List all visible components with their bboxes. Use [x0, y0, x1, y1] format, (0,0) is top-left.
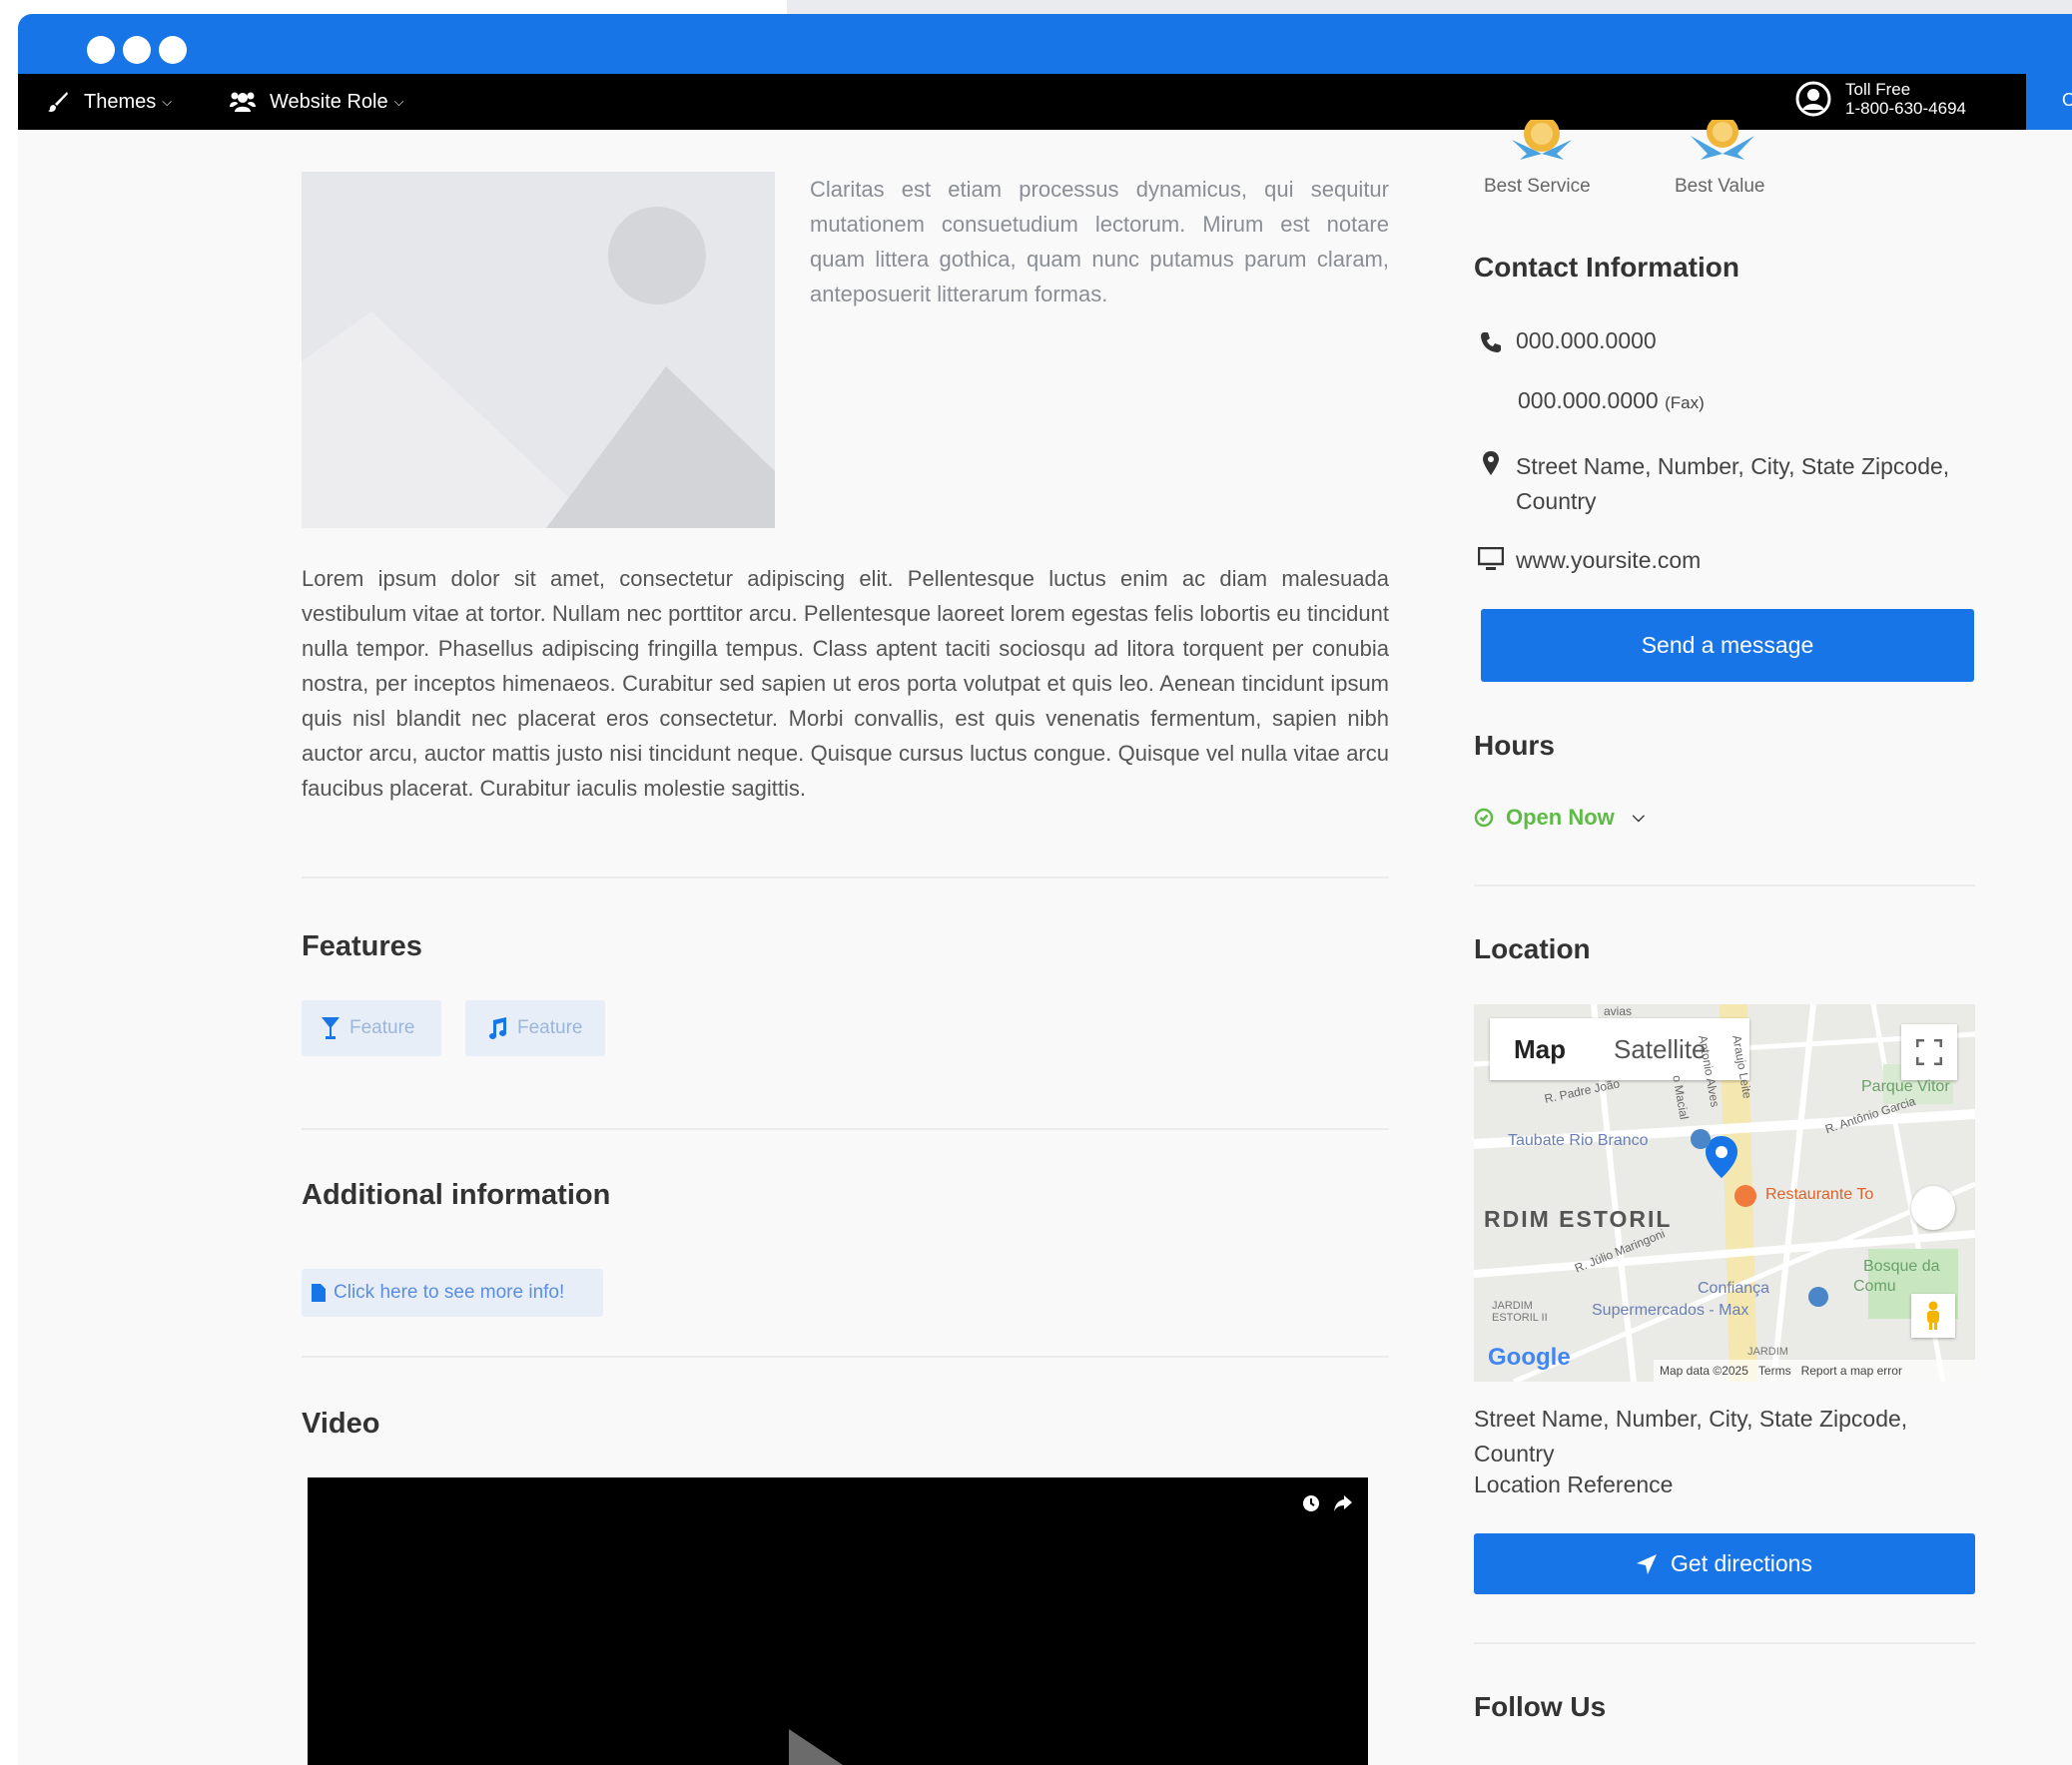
chevron-down-icon: ⌵	[393, 94, 404, 109]
chevron-down-icon: ⌵	[162, 94, 173, 109]
location-map[interactable]: Map Satellite RDIM ESTORIL Taubate Rio B…	[1474, 1004, 1975, 1382]
hours-title: Hours	[1474, 730, 1555, 761]
rotate-control[interactable]	[1911, 1186, 1955, 1230]
window-titlebar	[18, 14, 2072, 74]
brush-icon	[48, 92, 68, 112]
website-link[interactable]: www.yoursite.com	[1516, 547, 1701, 574]
share-icon[interactable]	[1334, 1495, 1352, 1511]
feature-label: Feature	[517, 1017, 583, 1038]
map-label-park: Bosque da	[1863, 1258, 1940, 1275]
intro-text: Claritas est etiam processus dynamicus, …	[810, 177, 1389, 306]
more-info-link[interactable]: Click here to see more info!	[302, 1269, 603, 1317]
shop-marker-icon	[1808, 1287, 1828, 1307]
cocktail-icon	[322, 1017, 340, 1039]
get-directions-label: Get directions	[1671, 1550, 1812, 1576]
divider	[1474, 1642, 1975, 1644]
file-icon	[312, 1284, 326, 1302]
divider	[302, 1128, 1389, 1130]
more-info-label: Click here to see more info!	[334, 1282, 565, 1303]
themes-menu[interactable]: Themes ⌵	[46, 74, 172, 130]
map-label-restaurant: Restaurante To	[1765, 1186, 1874, 1203]
pegman-icon	[1927, 1301, 1939, 1330]
best-value-badge-icon	[1691, 120, 1754, 160]
website-role-label: Website Role	[270, 90, 388, 113]
map-marker-icon	[1483, 451, 1499, 475]
window-dot-1[interactable]	[87, 36, 115, 64]
report-link[interactable]: Report a map error	[1801, 1364, 1902, 1378]
fullscreen-button[interactable]	[1901, 1024, 1957, 1080]
google-logo: Google	[1488, 1344, 1571, 1371]
map-label-park: Parque Vitor	[1861, 1078, 1950, 1095]
send-message-button[interactable]: Send a message	[1481, 609, 1974, 682]
monitor-icon	[1478, 547, 1504, 570]
clock-icon[interactable]	[1302, 1494, 1320, 1512]
additional-info-title: Additional information	[302, 1179, 611, 1211]
description-text: Lorem ipsum dolor sit amet, consectetur …	[302, 566, 1389, 801]
phone-icon	[1481, 332, 1501, 352]
map-label-poi: Taubate Rio Branco	[1508, 1132, 1649, 1149]
feature-tag[interactable]: Feature	[302, 1000, 441, 1056]
open-now-label: Open Now	[1506, 805, 1615, 830]
divider	[302, 1356, 1389, 1358]
website-role-menu[interactable]: Website Role ⌵	[230, 74, 403, 130]
window-dot-3[interactable]	[159, 36, 187, 64]
contact-title: Contact Information	[1474, 252, 1739, 283]
location-arrow-icon	[1637, 1553, 1658, 1574]
user-circle-icon	[1795, 81, 1831, 117]
street-view-button[interactable]	[1911, 1294, 1955, 1338]
chevron-down-icon: ⌵	[1632, 809, 1645, 826]
order-button[interactable]: Orc	[2026, 74, 2072, 130]
features-title: Features	[302, 930, 422, 962]
users-icon	[230, 92, 256, 112]
shop-marker-icon	[1691, 1129, 1711, 1149]
themes-label: Themes	[84, 90, 157, 113]
divider	[1474, 884, 1975, 886]
map-data-label: Map data ©2025	[1660, 1364, 1748, 1378]
location-reference: Location Reference	[1474, 1471, 1674, 1497]
site-toolbar: Themes ⌵ Website Role ⌵ Toll Free 1-800-…	[18, 74, 2072, 130]
play-icon[interactable]	[789, 1729, 859, 1765]
map-label-poi: Supermercados - Max	[1592, 1302, 1749, 1319]
phone-number[interactable]: 000.000.0000	[1516, 327, 1657, 354]
satellite-tab[interactable]: Satellite	[1614, 1034, 1707, 1065]
image-placeholder-icon	[302, 172, 775, 528]
open-now-toggle[interactable]: Open Now ⌵	[1474, 805, 1645, 831]
map-attribution: Map data ©2025 Terms Report a map error	[1654, 1360, 1975, 1382]
restaurant-marker-icon	[1734, 1185, 1756, 1207]
map-label-poi: Confiança	[1698, 1280, 1770, 1297]
map-label-park: Comu	[1853, 1278, 1896, 1295]
video-title: Video	[302, 1408, 380, 1440]
video-player[interactable]	[308, 1477, 1368, 1765]
best-service-badge-icon	[1512, 120, 1572, 160]
fax-label: (Fax)	[1665, 393, 1705, 412]
divider	[302, 877, 1389, 879]
music-icon	[489, 1017, 506, 1039]
map-label-street: avias	[1604, 1004, 1633, 1018]
map-label-neighborhood: JARDIM ESTORIL II	[1492, 1300, 1548, 1324]
location-title: Location	[1474, 933, 1591, 964]
window-dot-2[interactable]	[123, 36, 151, 64]
fullscreen-icon	[1916, 1039, 1942, 1065]
badge-label: Best Service	[1484, 176, 1591, 197]
location-address: Street Name, Number, City, State Zipcode…	[1474, 1406, 1908, 1467]
badge-label: Best Value	[1675, 176, 1765, 197]
toll-free-number: 1-800-630-4694	[1845, 99, 1966, 118]
listing-image-placeholder	[302, 172, 775, 528]
fax-line: 000.000.0000 (Fax)	[1518, 387, 1705, 414]
map-label-neighborhood: RDIM ESTORIL	[1484, 1206, 1673, 1232]
clock-icon	[1474, 808, 1494, 828]
feature-label: Feature	[349, 1017, 415, 1038]
toll-free-label: Toll Free	[1845, 80, 1911, 99]
browser-background-strip	[787, 0, 2072, 14]
get-directions-button[interactable]: Get directions	[1474, 1533, 1975, 1594]
terms-link[interactable]: Terms	[1758, 1364, 1791, 1378]
feature-tag[interactable]: Feature	[465, 1000, 605, 1056]
map-label-neighborhood: JARDIM	[1747, 1346, 1788, 1358]
map-tab[interactable]: Map	[1514, 1034, 1566, 1065]
fax-number: 000.000.0000	[1518, 387, 1659, 413]
contact-address: Street Name, Number, City, State Zipcode…	[1516, 453, 1950, 514]
follow-us-title: Follow Us	[1474, 1691, 1607, 1722]
toll-free-contact[interactable]: Toll Free 1-800-630-4694	[1795, 80, 1966, 118]
